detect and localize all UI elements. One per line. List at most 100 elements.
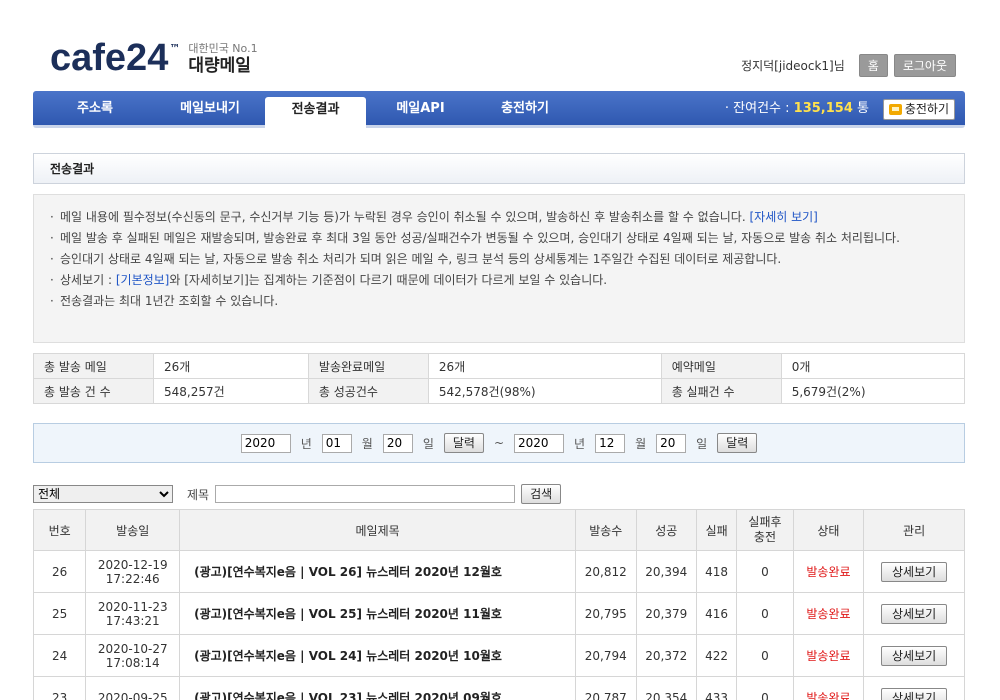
tab-address-book[interactable]: 주소록 (55, 91, 135, 125)
tab-send-results[interactable]: 전송결과 (265, 97, 366, 128)
username: 정지덕[jideock1]님 (741, 59, 845, 73)
row-sent: 20,795 (575, 592, 637, 635)
search-button[interactable]: 검색 (521, 484, 562, 504)
col-sent-count: 발송수 (575, 509, 637, 551)
col-number: 번호 (32, 509, 87, 551)
col-refund: 실패후 충전 (736, 509, 794, 551)
row-success: 20,372 (635, 634, 697, 677)
table-row: 24 2020-10-27 17:08:14 (광고)[연수복지e음 | VOL … (32, 634, 965, 677)
stat-value: 548,257건 (153, 378, 309, 404)
notice-text: 메일 내용에 필수정보(수신동의 문구, 수신거부 기능 등)가 누락된 경우 … (60, 210, 746, 224)
row-fail: 433 (695, 676, 738, 700)
row-date: 2020-12-19 17:22:46 (85, 550, 181, 593)
row-refund: 0 (736, 550, 794, 593)
detail-button[interactable]: 상세보기 (881, 645, 948, 666)
stat-value: 542,578건(98%) (427, 378, 662, 404)
tab-send-mail[interactable]: 메일보내기 (155, 91, 265, 125)
row-title[interactable]: (광고)[연수복지e음 | VOL 24] 뉴스레터 2020년 10월호 (179, 634, 577, 677)
section-title: 전송결과 (33, 153, 965, 184)
row-sent: 20,794 (575, 634, 637, 677)
row-date-day: 2020-09-25 (97, 690, 168, 700)
row-sent: 20,812 (575, 550, 637, 593)
row-refund: 0 (736, 592, 794, 635)
logo-subtitle: 대한민국 No.1 대량메일 (188, 43, 257, 76)
start-year-input[interactable] (240, 433, 291, 453)
col-send-date: 발송일 (85, 509, 181, 551)
date-filter: 년 월 일 달력 ~ 년 월 일 달력 (33, 423, 965, 463)
balance-value: 135,154 (793, 101, 853, 116)
notice-text: 와 [자세히보기]는 집계하는 기준점이 다르기 때문에 데이터가 다르게 보일… (169, 273, 608, 287)
detail-button[interactable]: 상세보기 (881, 561, 948, 582)
detail-button[interactable]: 상세보기 (881, 603, 948, 624)
balance-info: · 잔여건수 : 135,154 통 (725, 91, 869, 127)
basic-info-link[interactable]: [기본정보] (116, 273, 170, 287)
row-sent: 20,787 (575, 676, 637, 700)
row-date: 2020-11-23 17:43:21 (85, 592, 181, 635)
row-date-time: 17:43:21 (105, 613, 160, 628)
detail-link[interactable]: [자세히 보기] (749, 210, 817, 224)
row-success: 20,354 (635, 676, 697, 700)
row-status: 발송완료 (792, 592, 865, 635)
col-manage: 관리 (863, 509, 965, 551)
stat-label: 총 발송 건 수 (33, 378, 154, 404)
notice-text: 상세보기 : (60, 273, 116, 287)
col-fail: 실패 (695, 509, 738, 551)
start-month-input[interactable] (321, 433, 352, 453)
end-calendar-button[interactable]: 달력 (717, 433, 758, 453)
charge-button[interactable]: 충전하기 (882, 99, 955, 120)
detail-button[interactable]: 상세보기 (881, 687, 948, 700)
row-title[interactable]: (광고)[연수복지e음 | VOL 26] 뉴스레터 2020년 12월호 (179, 550, 577, 593)
title-label: 제목 (187, 487, 210, 502)
notice-item: 메일 발송 후 실패된 메일은 재발송되며, 발송완료 후 최대 3일 동안 성… (50, 228, 948, 248)
year-label: 년 (300, 436, 312, 451)
stats-row: 총 발송 건 수 548,257건 총 성공건수 542,578건(98%) 총… (33, 378, 966, 404)
month-label: 월 (361, 436, 373, 451)
end-month-input[interactable] (595, 433, 626, 453)
row-manage: 상세보기 (863, 592, 965, 635)
row-fail: 422 (695, 634, 738, 677)
col-mail-title: 메일제목 (179, 509, 577, 551)
notice-item: 메일 내용에 필수정보(수신동의 문구, 수신거부 기능 등)가 누락된 경우 … (50, 207, 948, 227)
row-status: 발송완료 (792, 634, 865, 677)
notice-box: 메일 내용에 필수정보(수신동의 문구, 수신거부 기능 등)가 누락된 경우 … (33, 194, 965, 343)
range-separator: ~ (493, 436, 505, 450)
row-date-time: 17:22:46 (105, 571, 160, 586)
stat-value: 5,679건(2%) (780, 378, 966, 404)
row-title[interactable]: (광고)[연수복지e음 | VOL 23] 뉴스레터 2020년 09월호 (179, 676, 577, 700)
start-day-input[interactable] (382, 433, 413, 453)
stats-table: 총 발송 메일 26개 발송완료메일 26개 예약메일 0개 총 발송 건 수 … (33, 353, 966, 404)
row-fail: 418 (695, 550, 738, 593)
tab-recharge[interactable]: 충전하기 (485, 91, 565, 125)
stat-label: 발송완료메일 (307, 353, 429, 379)
day-label: 일 (696, 436, 708, 451)
start-calendar-button[interactable]: 달력 (443, 433, 484, 453)
logo[interactable]: cafe24 ™ 대한민국 No.1 대량메일 (50, 39, 258, 77)
main-nav: 주소록 메일보내기 전송결과 메일API 충전하기 · 잔여건수 : 135,1… (33, 91, 965, 128)
tab-mail-api[interactable]: 메일API (383, 91, 458, 125)
row-status: 발송완료 (792, 676, 865, 700)
notice-item: 상세보기 : [기본정보]와 [자세히보기]는 집계하는 기준점이 다르기 때문… (50, 270, 948, 290)
row-date-time: 17:08:14 (105, 655, 160, 670)
stats-row: 총 발송 메일 26개 발송완료메일 26개 예약메일 0개 (33, 353, 966, 379)
title-search-input[interactable] (215, 485, 516, 503)
end-year-input[interactable] (514, 433, 565, 453)
stat-label: 총 실패건 수 (660, 378, 782, 404)
search-filter: 전체 제목 검색 (33, 484, 562, 504)
stat-value: 0개 (780, 353, 966, 379)
row-number: 24 (32, 634, 87, 677)
notice-item: 승인대기 상태로 4일째 되는 날, 자동으로 발송 취소 처리가 되며 읽은 … (50, 249, 948, 269)
logout-button[interactable]: 로그아웃 (893, 54, 956, 77)
category-select[interactable]: 전체 (33, 485, 173, 503)
stat-value: 26개 (427, 353, 662, 379)
stat-value: 26개 (153, 353, 309, 379)
row-date: 2020-09-25 (85, 676, 181, 700)
table-header-row: 번호 발송일 메일제목 발송수 성공 실패 실패후 충전 상태 관리 (32, 509, 965, 551)
balance-label: · 잔여건수 : (724, 101, 790, 116)
stat-label: 총 발송 메일 (33, 353, 154, 379)
end-day-input[interactable] (656, 433, 687, 453)
row-number: 25 (32, 592, 87, 635)
table-row: 26 2020-12-19 17:22:46 (광고)[연수복지e음 | VOL … (32, 550, 965, 593)
charge-button-label: 충전하기 (904, 102, 949, 116)
row-title[interactable]: (광고)[연수복지e음 | VOL 25] 뉴스레터 2020년 11월호 (179, 592, 577, 635)
home-button[interactable]: 홈 (858, 54, 888, 77)
